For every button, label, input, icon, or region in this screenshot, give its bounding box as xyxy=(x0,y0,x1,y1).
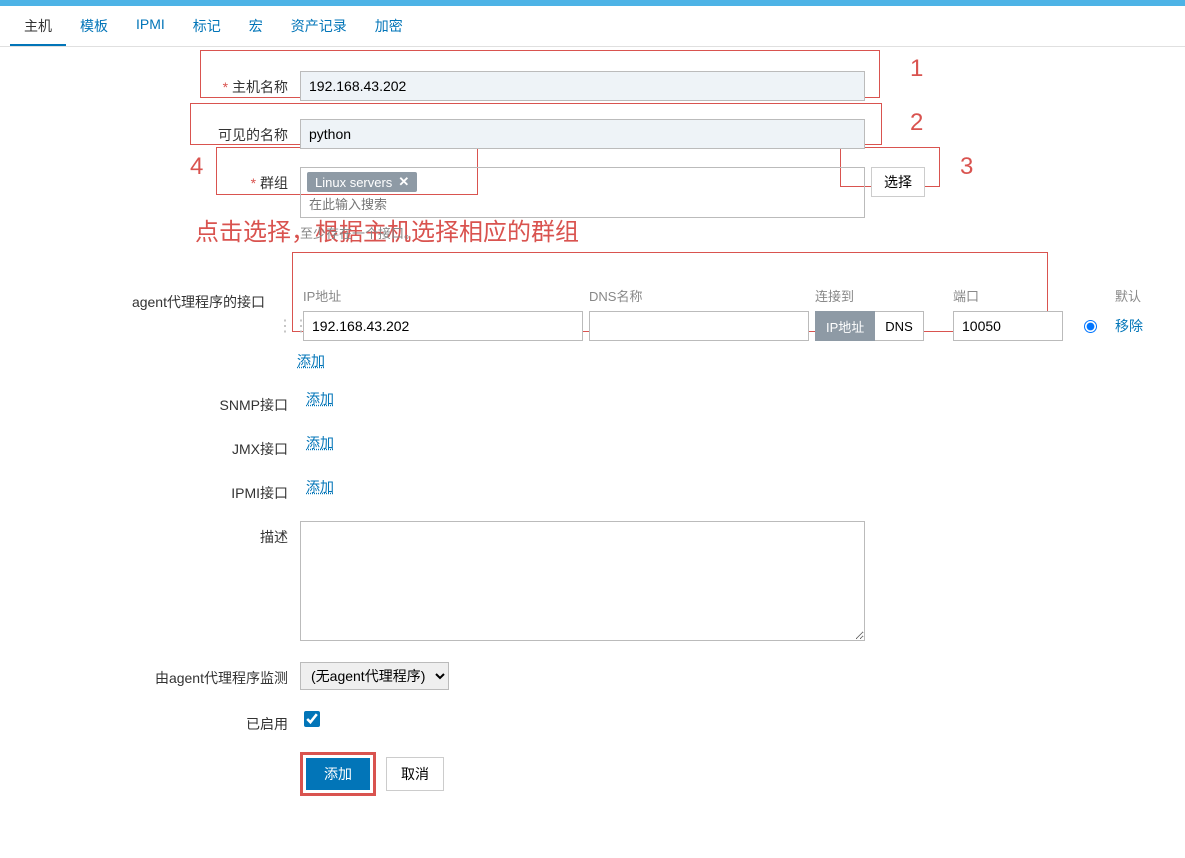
label-agent-interface: agent代理程序的接口 xyxy=(10,286,277,312)
visiblename-input[interactable] xyxy=(300,119,865,149)
label-ipmi-interface: IPMI接口 xyxy=(10,477,300,503)
enabled-checkbox[interactable] xyxy=(304,711,320,727)
tab-inventory[interactable]: 资产记录 xyxy=(277,6,361,46)
agent-dns-input[interactable] xyxy=(589,311,809,341)
submit-highlight-box: 添加 xyxy=(300,752,376,796)
snmp-add-link[interactable]: 添加 xyxy=(306,389,334,409)
tab-host[interactable]: 主机 xyxy=(10,6,66,46)
label-monitored-by: 由agent代理程序监测 xyxy=(10,662,300,688)
tab-macro[interactable]: 宏 xyxy=(235,6,277,46)
cancel-button[interactable]: 取消 xyxy=(386,757,444,791)
connect-dns-button[interactable]: DNS xyxy=(875,311,923,341)
drag-handle-icon[interactable]: ⋮⋮ xyxy=(277,316,297,336)
ipmi-add-link[interactable]: 添加 xyxy=(306,477,334,497)
label-hostname: * 主机名称 xyxy=(10,71,300,97)
jmx-add-link[interactable]: 添加 xyxy=(306,433,334,453)
hostname-input[interactable] xyxy=(300,71,865,101)
hdr-dns: DNS名称 xyxy=(589,286,809,305)
tab-ipmi[interactable]: IPMI xyxy=(122,6,179,46)
group-tag-remove-icon[interactable]: ✕ xyxy=(398,174,409,190)
group-tag-label: Linux servers xyxy=(315,175,392,190)
group-search-input[interactable] xyxy=(307,196,487,213)
grey-hint-text: 至少存在一个接口。 xyxy=(300,223,417,242)
hdr-ip: IP地址 xyxy=(303,286,583,305)
group-tag-linux-servers[interactable]: Linux servers ✕ xyxy=(307,172,417,192)
agent-iface-row: ⋮⋮ IP地址 DNS 移除 xyxy=(277,311,1175,341)
groups-multiselect[interactable]: Linux servers ✕ xyxy=(300,167,865,218)
agent-iface-header: IP地址 DNS名称 连接到 端口 默认 xyxy=(277,286,1175,305)
hdr-default: 默认 xyxy=(1115,286,1175,305)
label-snmp-interface: SNMP接口 xyxy=(10,389,300,415)
action-row: 添加 取消 xyxy=(300,752,1175,796)
agent-port-input[interactable] xyxy=(953,311,1063,341)
tabs-nav: 主机 模板 IPMI 标记 宏 资产记录 加密 xyxy=(0,6,1185,47)
connect-ip-button[interactable]: IP地址 xyxy=(815,311,875,341)
hdr-port: 端口 xyxy=(953,286,1063,305)
agent-add-link[interactable]: 添加 xyxy=(297,351,325,371)
connect-to-toggle: IP地址 DNS xyxy=(815,311,947,341)
agent-default-radio[interactable] xyxy=(1084,320,1097,333)
description-textarea[interactable] xyxy=(300,521,865,641)
tab-template[interactable]: 模板 xyxy=(66,6,122,46)
agent-ip-input[interactable] xyxy=(303,311,583,341)
groups-select-button[interactable]: 选择 xyxy=(871,167,925,197)
label-jmx-interface: JMX接口 xyxy=(10,433,300,459)
hdr-connect: 连接到 xyxy=(815,286,947,305)
label-description: 描述 xyxy=(10,521,300,547)
host-form: 1 2 3 4 点击选择，根据主机选择相应的群组 至少存在一个接口。 * 主机名… xyxy=(0,47,1185,816)
submit-button[interactable]: 添加 xyxy=(306,758,370,790)
agent-remove-link[interactable]: 移除 xyxy=(1115,316,1175,336)
label-enabled: 已启用 xyxy=(10,708,300,734)
proxy-select[interactable]: (无agent代理程序) xyxy=(300,662,449,690)
label-groups: * 群组 xyxy=(10,167,300,193)
tab-encryption[interactable]: 加密 xyxy=(361,6,417,46)
tab-tag[interactable]: 标记 xyxy=(179,6,235,46)
label-visiblename: 可见的名称 xyxy=(10,119,300,145)
